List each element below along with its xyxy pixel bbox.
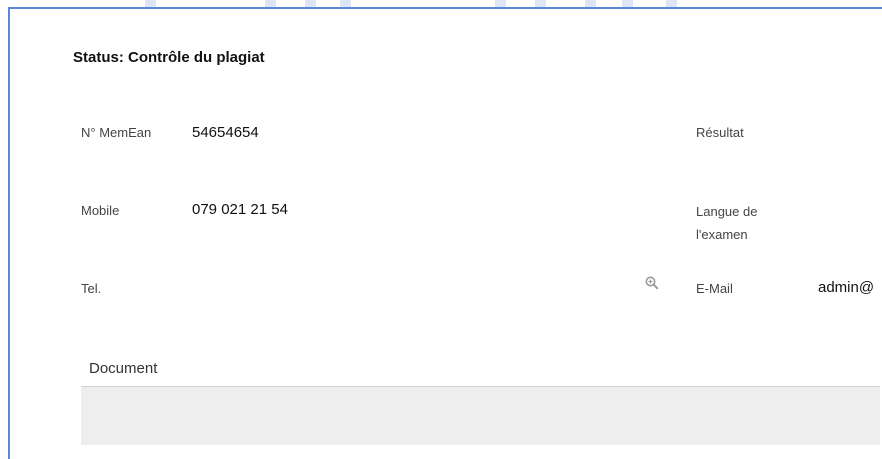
background-decoration: [666, 0, 677, 7]
background-decoration: [535, 0, 546, 7]
document-section-header: Document: [81, 352, 880, 387]
email-value: admin@: [818, 279, 875, 296]
background-decoration: [265, 0, 276, 7]
background-decoration: [585, 0, 596, 7]
tel-label: Tel.: [81, 281, 102, 296]
email-label: E-Mail: [696, 281, 733, 296]
memean-value: 54654654: [192, 124, 259, 141]
background-decoration: [622, 0, 633, 7]
document-area[interactable]: [81, 387, 880, 445]
langue-label-line1: Langue de: [696, 204, 758, 219]
langue-label-line2: l'examen: [696, 227, 748, 242]
search-zoom-icon[interactable]: [645, 276, 659, 290]
background-decoration: [305, 0, 316, 7]
document-label: Document: [89, 360, 158, 377]
mobile-label: Mobile: [81, 203, 120, 218]
background-decoration: [145, 0, 156, 7]
mobile-value: 079 021 21 54: [192, 201, 288, 218]
background-strip: [0, 0, 882, 7]
background-decoration: [495, 0, 506, 7]
background-decoration: [340, 0, 351, 7]
memean-label: N° MemEan: [81, 125, 152, 140]
resultat-label: Résultat: [696, 125, 744, 140]
status-title: Status: Contrôle du plagiat: [73, 49, 265, 66]
